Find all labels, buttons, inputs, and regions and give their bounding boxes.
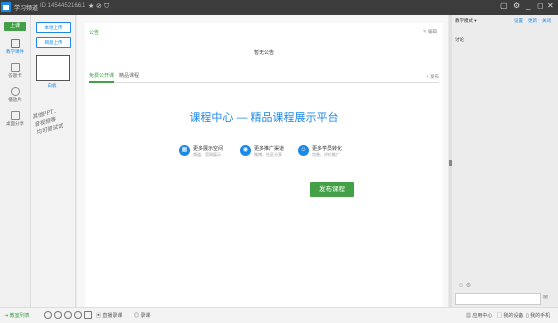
room-extra: ...1 — [77, 3, 86, 9]
nav-play[interactable]: 播放片 — [0, 87, 30, 103]
courseware-panel: 本地上传 网盘上传 白板 其他PPT、 音视频等 均可尝试试 — [31, 15, 76, 307]
play-icon — [10, 87, 20, 96]
app-center-label: 应用中心 — [472, 313, 493, 319]
nav-desktop-share-label: 桌面分享 — [6, 121, 24, 126]
feature-promotion-title: 更多推广渠道 — [254, 146, 285, 152]
user-icon: ☺ — [298, 145, 309, 156]
star-icon[interactable]: ★ — [88, 2, 94, 12]
local-upload-button[interactable]: 本地上传 — [36, 22, 71, 33]
tab-free-course[interactable]: 免费公开课 — [89, 72, 115, 83]
nav-answer-card[interactable]: 答题卡 — [0, 63, 30, 79]
left-nav: 上课 教学课件 答题卡 播放片 桌面分享 — [0, 15, 31, 307]
link-icon[interactable]: ⊘ — [96, 2, 102, 12]
course-center-card: 公告 ✎ 编辑 暂无公告 免费公开课 精品课程 + 发布 课程中心 — 精品课程… — [85, 23, 443, 309]
tab-premium-course[interactable]: 精品课程 — [119, 72, 139, 81]
record-course-button[interactable]: ◎ 录课 — [134, 312, 150, 319]
feature-display-subtitle: 频道、官网展示 — [193, 152, 221, 157]
whiteboard-thumbnail[interactable] — [36, 55, 70, 81]
nav-courseware-label: 教学课件 — [6, 49, 24, 54]
weibo-icon: ◉ — [240, 145, 251, 156]
courseware-icon — [10, 39, 20, 48]
feature-promotion-subtitle: 微博、社区分享 — [254, 152, 282, 157]
nav-answer-card-label: 答题卡 — [8, 73, 22, 78]
emoji-icon[interactable]: ☺ ⚙ — [458, 282, 471, 289]
rp-link-close[interactable]: 关闭 — [542, 18, 551, 24]
answer-card-icon — [10, 63, 20, 72]
whiteboard-label: 白板 — [47, 83, 57, 88]
start-class-button[interactable]: 上课 — [4, 22, 26, 31]
my-phone-label: 我的手机 — [530, 313, 551, 319]
record-live-label: 直播录课 — [102, 313, 123, 319]
settings-icon[interactable]: ⚙ — [513, 1, 520, 10]
gear-icon[interactable] — [44, 311, 52, 319]
classroom-list-button[interactable]: ⇥ 教室列表 — [4, 312, 30, 319]
net-upload-button[interactable]: 网盘上传 — [36, 37, 71, 48]
nav-courseware[interactable]: 教学课件 — [0, 39, 30, 55]
record-live-button[interactable]: ▣ 直播录课 — [96, 312, 122, 319]
window-icon[interactable]: ▢ — [500, 1, 508, 10]
desktop-share-icon — [10, 111, 20, 120]
close-button[interactable]: ✕ — [547, 1, 554, 10]
grid-icon: ▦ — [179, 145, 190, 156]
app-name: 学习频道 — [14, 6, 39, 12]
music-icon[interactable] — [74, 311, 82, 319]
rp-link-update[interactable]: 更新 — [528, 18, 537, 24]
title-bar: 学习频道 ID 1454452166 ...1 ★ ⊘ ⛉ ▢ ⚙ _ ◻ ✕ — [0, 0, 558, 15]
camera-icon[interactable] — [84, 311, 92, 319]
publish-course-button[interactable]: 发布课程 — [310, 182, 354, 197]
headline: 课程中心 — 精品课程展示平台 — [189, 112, 339, 124]
course-tabs: 免费公开课 精品课程 + 发布 — [89, 72, 439, 83]
publish-link[interactable]: + 发布 — [426, 72, 439, 81]
speaker-icon[interactable] — [54, 311, 62, 319]
handwritten-hint-text: 其他PPT、 音视频等 均可尝试试 — [31, 107, 64, 137]
right-panel: 教学模式 ▾ 设置 更新 关闭 讨论 ☺ ⚙ ✉ — [452, 15, 558, 307]
chat-input[interactable] — [455, 293, 541, 305]
handwritten-hint: 其他PPT、 音视频等 均可尝试试 — [31, 107, 64, 137]
notice-label: 公告 — [89, 30, 100, 36]
edit-notice-link[interactable]: ✎ 编辑 — [423, 29, 437, 35]
feature-conversion-title: 更多学员转化 — [312, 146, 343, 152]
shield-icon[interactable]: ⛉ — [104, 2, 109, 12]
discuss-label: 讨论 — [455, 37, 464, 42]
rp-link-settings[interactable]: 设置 — [514, 18, 523, 24]
feature-display-title: 更多展示空间 — [193, 146, 224, 152]
my-device-button[interactable]: ▢ 我的设备 — [497, 312, 523, 319]
notice-empty-text: 暂无公告 — [253, 50, 274, 56]
edit-notice-label: 编辑 — [428, 29, 437, 34]
main-area: 公告 ✎ 编辑 暂无公告 免费公开课 精品课程 + 发布 课程中心 — 精品课程… — [77, 15, 448, 309]
right-panel-header: 教学模式 ▾ 设置 更新 关闭 — [452, 15, 558, 27]
status-bar: ⇥ 教室列表 ▣ 直播录课 ◎ 录课 ▦ 应用中心 ▢ 我的设备 ▯ 我的手机 — [0, 307, 558, 323]
teaching-mode-dropdown[interactable]: 教学模式 ▾ — [455, 18, 477, 24]
my-phone-button[interactable]: ▯ 我的手机 — [526, 312, 550, 319]
my-device-label: 我的设备 — [503, 313, 524, 319]
app-logo-icon — [1, 2, 11, 12]
send-icon[interactable]: ✉ — [543, 294, 548, 301]
nav-desktop-share[interactable]: 桌面分享 — [0, 111, 30, 127]
mic-icon[interactable] — [64, 311, 72, 319]
nav-play-label: 播放片 — [8, 97, 22, 102]
classroom-list-label: 教室列表 — [9, 313, 30, 319]
maximize-button[interactable]: ◻ — [537, 1, 544, 10]
room-id: ID 1454452166 — [40, 3, 82, 9]
app-center-button[interactable]: ▦ 应用中心 — [466, 312, 492, 319]
minimize-button[interactable]: _ — [526, 1, 530, 10]
teaching-mode-label: 教学模式 — [455, 18, 473, 23]
record-course-label: 录课 — [140, 313, 151, 319]
feature-conversion-subtitle: 包装、评价推广 — [312, 152, 340, 157]
